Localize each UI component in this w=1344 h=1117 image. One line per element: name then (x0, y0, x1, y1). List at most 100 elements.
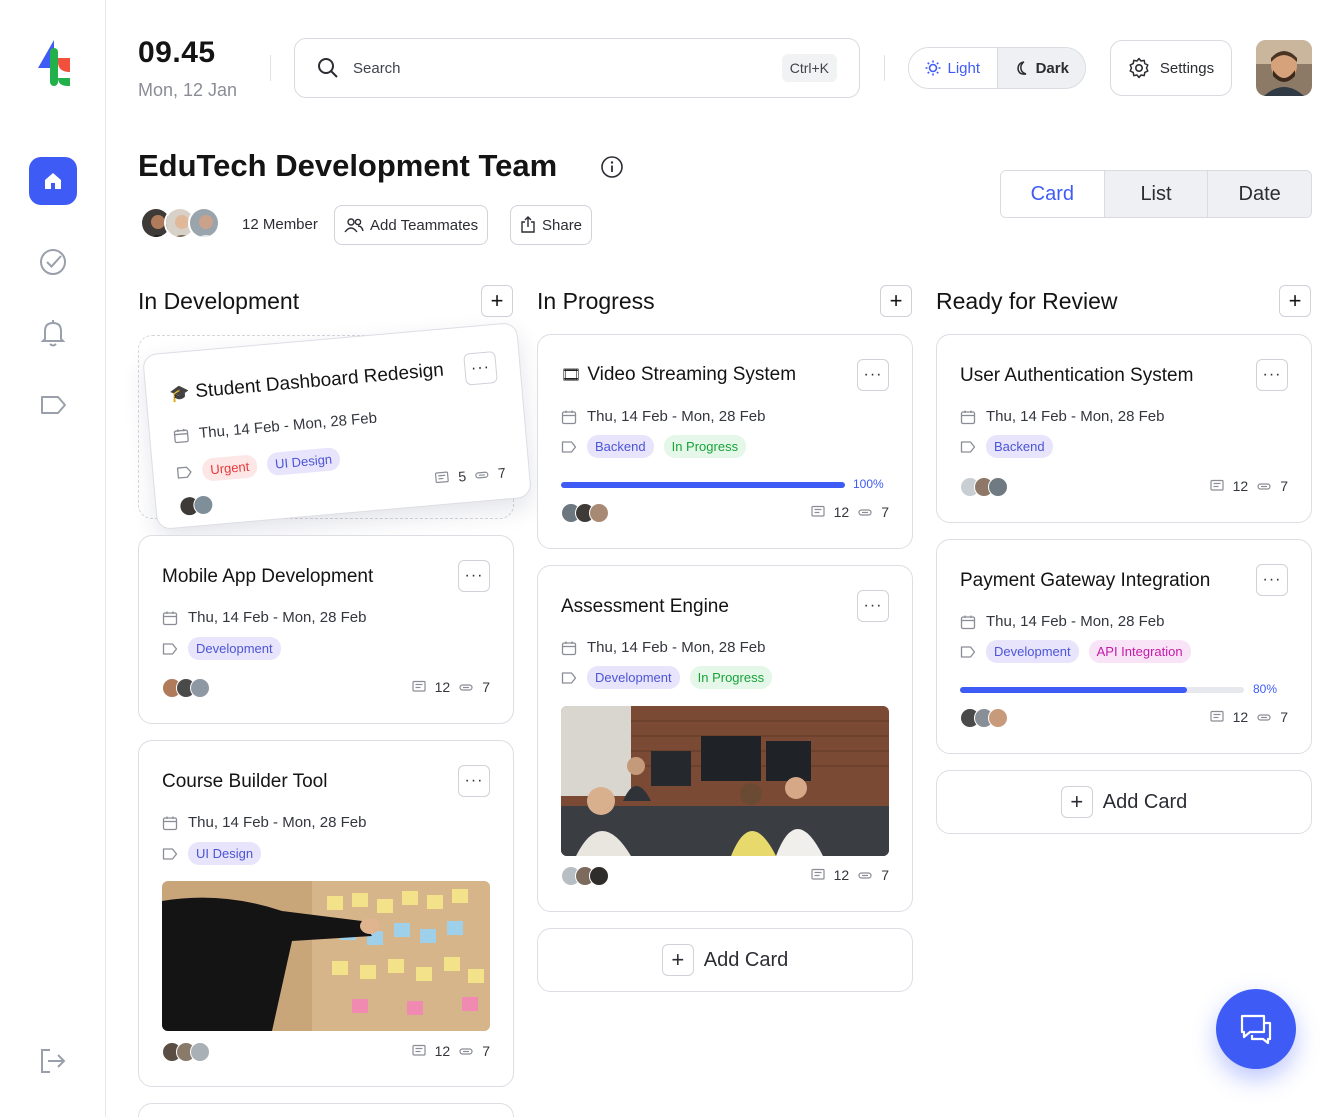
card-title-text: Student Dashboard Redesign (194, 359, 445, 403)
attachment-icon (459, 684, 473, 691)
more-options-button[interactable]: ··· (1256, 359, 1288, 391)
attachment-icon (1257, 714, 1271, 721)
task-card[interactable]: 🎞 Video Streaming System ··· Thu, 14 Feb… (537, 334, 913, 549)
tag-api-integration[interactable]: API Integration (1088, 640, 1191, 663)
tag-development[interactable]: Development (986, 640, 1079, 663)
calendar-icon (960, 615, 976, 629)
search-box[interactable]: Search Ctrl+K (294, 38, 860, 98)
theme-dark-button[interactable]: Dark (997, 48, 1085, 88)
tag-icon (176, 466, 192, 479)
add-task-button[interactable]: + (880, 285, 912, 317)
column-title: In Progress (537, 288, 655, 314)
tag-development[interactable]: Development (188, 637, 281, 660)
date-range: Thu, 14 Feb - Mon, 28 Feb (188, 609, 367, 626)
column-title: In Development (138, 288, 300, 314)
assignee-avatars[interactable] (561, 866, 609, 886)
avatar (589, 503, 609, 523)
card-tags: Urgent UI Design (175, 446, 341, 484)
comment-icon (811, 868, 825, 880)
view-list-tab[interactable]: List (1103, 171, 1208, 217)
more-options-button[interactable]: ··· (463, 350, 498, 386)
calendar-icon (162, 816, 178, 830)
current-date: Mon, 12 Jan (138, 80, 238, 100)
tag-in-progress[interactable]: In Progress (663, 435, 747, 458)
plus-icon: + (490, 288, 504, 313)
logout-icon (41, 1049, 66, 1073)
card-cover-image (561, 706, 889, 856)
plus-icon: + (1288, 288, 1302, 313)
task-card[interactable] (138, 1103, 514, 1117)
card-tags: Backend In Progress (561, 435, 747, 458)
tag-backend[interactable]: Backend (986, 435, 1053, 458)
assignee-avatars[interactable] (561, 503, 609, 523)
tag-ui-design[interactable]: UI Design (266, 446, 341, 477)
tag-icon (960, 440, 976, 453)
task-card[interactable]: Assessment Engine ··· Thu, 14 Feb - Mon,… (537, 565, 913, 912)
sidebar (0, 0, 106, 1117)
user-avatar[interactable] (1256, 40, 1312, 96)
theme-dark-label: Dark (1035, 59, 1069, 77)
view-card-tab[interactable]: Card (1001, 171, 1104, 217)
task-card[interactable]: Payment Gateway Integration ··· Thu, 14 … (936, 539, 1312, 754)
assignee-avatars[interactable] (162, 1042, 210, 1062)
card-meta: 5 7 (434, 465, 506, 487)
chat-button[interactable] (1216, 989, 1296, 1069)
tag-in-progress[interactable]: In Progress (689, 666, 773, 689)
comment-count: 12 (434, 1043, 451, 1059)
comment-icon (1210, 479, 1224, 491)
assignee-avatars[interactable] (178, 494, 215, 518)
theme-light-button[interactable]: Light (909, 48, 998, 88)
more-options-button[interactable]: ··· (458, 765, 490, 797)
tag-development[interactable]: Development (587, 666, 680, 689)
add-task-button[interactable]: + (481, 285, 513, 317)
comment-count: 12 (434, 679, 451, 695)
more-options-button[interactable]: ··· (857, 590, 889, 622)
task-card[interactable]: User Authentication System ··· Thu, 14 F… (936, 334, 1312, 523)
info-icon[interactable] (600, 155, 624, 179)
task-card[interactable]: Mobile App Development ··· Thu, 14 Feb -… (138, 535, 514, 724)
more-options-button[interactable]: ··· (857, 359, 889, 391)
logout-button[interactable] (37, 1045, 69, 1077)
add-teammates-button[interactable]: Add Teammates (334, 205, 489, 245)
assignee-avatars[interactable] (960, 477, 1008, 497)
bell-icon (40, 320, 66, 347)
avatar (988, 477, 1008, 497)
tag-urgent[interactable]: Urgent (201, 454, 259, 482)
calendar-icon (561, 410, 577, 424)
tag-backend[interactable]: Backend (587, 435, 654, 458)
calendar-icon (162, 611, 178, 625)
view-date-tab[interactable]: Date (1207, 171, 1311, 217)
more-options-button[interactable]: ··· (458, 560, 490, 592)
search-placeholder[interactable]: Search (353, 60, 782, 77)
home-icon (45, 173, 61, 189)
task-card[interactable]: Course Builder Tool ··· Thu, 14 Feb - Mo… (138, 740, 514, 1087)
card-meta: 12 7 (810, 504, 889, 520)
add-card-button[interactable]: + Add Card (537, 928, 913, 992)
attachment-count: 7 (482, 679, 490, 695)
assignee-avatars[interactable] (960, 708, 1008, 728)
card-emoji: 🎓 (168, 384, 191, 404)
progress-bar (960, 687, 1244, 693)
nav-notifications[interactable] (37, 317, 69, 349)
attachment-count: 7 (881, 504, 889, 520)
nav-tasks[interactable] (37, 246, 69, 278)
card-dates: Thu, 14 Feb - Mon, 28 Feb (172, 410, 378, 445)
task-card-dragging[interactable]: 🎓 Student Dashboard Redesign ··· Thu, 14… (142, 321, 532, 531)
member-avatars[interactable] (140, 207, 220, 239)
add-card-button[interactable]: + Add Card (936, 770, 1312, 834)
attachment-count: 7 (482, 1043, 490, 1059)
tag-ui-design[interactable]: UI Design (188, 842, 262, 865)
settings-button[interactable]: Settings (1110, 40, 1232, 96)
gear-icon (1129, 57, 1149, 79)
column-title: Ready for Review (936, 288, 1118, 314)
attachment-icon (475, 471, 489, 479)
card-dates: Thu, 14 Feb - Mon, 28 Feb (561, 408, 765, 425)
card-meta: 12 7 (810, 867, 889, 883)
assignee-avatars[interactable] (162, 678, 210, 698)
card-title: Payment Gateway Integration (960, 570, 1211, 591)
nav-tags[interactable] (37, 389, 69, 421)
share-button[interactable]: Share (510, 205, 593, 245)
add-task-button[interactable]: + (1279, 285, 1311, 317)
nav-home[interactable] (29, 157, 77, 205)
more-options-button[interactable]: ··· (1256, 564, 1288, 596)
